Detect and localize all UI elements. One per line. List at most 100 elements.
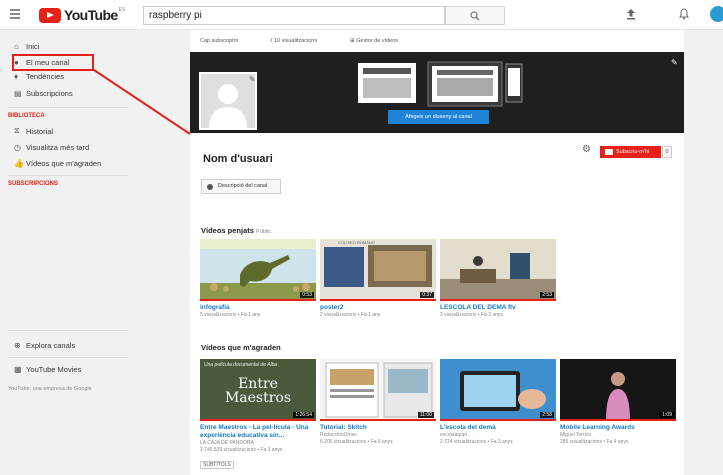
- video-card[interactable]: Una película documental de Alba Entre Ma…: [200, 359, 316, 471]
- annotation-highlight-box: [12, 54, 94, 71]
- gear-icon[interactable]: ⚙: [582, 144, 591, 155]
- video-title[interactable]: Entre Maestros - La pel·lícula - Una exp…: [200, 424, 316, 440]
- thumbnail-title: Entre Maestros: [224, 376, 292, 406]
- sidebar-item-label: Historial: [26, 126, 54, 136]
- sidebar-divider: [8, 330, 128, 331]
- sidebar-item-history[interactable]: ⧖ Historial: [14, 124, 53, 138]
- sidebar-divider: [8, 107, 128, 108]
- play-logo-icon: [39, 7, 61, 23]
- video-meta: 5 visualitzacions • Fa 1 any: [200, 312, 261, 318]
- plus-circle-icon: [207, 184, 213, 190]
- sidebar-item-youtube-movies[interactable]: ▦ YouTube Movies: [14, 362, 81, 376]
- channel-banner: Afegeix un disseny al canal ✎: [190, 52, 684, 133]
- bell-icon[interactable]: [679, 8, 689, 20]
- add-channel-art-button[interactable]: Afegeix un disseny al canal: [388, 110, 489, 124]
- video-thumbnail[interactable]: 0:53: [200, 239, 316, 301]
- sidebar-item-watch-later[interactable]: ◷ Visualitza més tard: [14, 140, 89, 154]
- privacy-label: Públic: [256, 229, 272, 235]
- default-avatar-icon: [209, 84, 247, 128]
- dinosaur-thumbnail-icon: [200, 239, 316, 301]
- library-heading: BIBLIOTECA: [8, 113, 45, 119]
- video-title[interactable]: L'escola del demà: [440, 424, 556, 432]
- sidebar-item-label: Explora canals: [26, 340, 76, 350]
- sidebar-item-home[interactable]: ⌂ Inici: [14, 39, 39, 53]
- sidebar-item-label: Vídeos que m'agraden: [26, 158, 102, 168]
- liked-title[interactable]: Vídeos que m'agraden: [201, 343, 281, 352]
- channel-description-button[interactable]: Descripció del canal: [201, 179, 281, 194]
- video-thumbnail[interactable]: 11:00: [320, 359, 436, 421]
- flame-icon: ♦: [14, 71, 19, 81]
- watched-progress-bar: [560, 419, 676, 421]
- uploads-title[interactable]: Vídeos penjats Públic: [201, 226, 271, 235]
- sidebar-divider: [8, 357, 128, 358]
- account-avatar[interactable]: [710, 6, 723, 22]
- menu-icon[interactable]: [10, 9, 20, 19]
- thumbnail-caption: Una película documental de Alba: [204, 362, 278, 368]
- search-input[interactable]: raspberry pi: [143, 6, 445, 25]
- channel-name: Nom d'usuari: [203, 153, 273, 165]
- tablet-thumbnail-icon: [440, 359, 556, 421]
- subscribe-button[interactable]: Subscriu-m'hi: [600, 146, 661, 158]
- video-meta: 2.724 visualitzacions • Fa 3 anys: [440, 438, 513, 445]
- classroom-thumbnail-icon: [440, 239, 556, 301]
- youtube-logo[interactable]: YouTube ES: [39, 7, 125, 23]
- edit-avatar-pencil-icon[interactable]: ✎: [249, 75, 256, 84]
- search-button[interactable]: [445, 6, 505, 25]
- video-title[interactable]: Tutorial: Skitch: [320, 424, 436, 432]
- video-meta: 6.205 visualitzacions • Fa 6 anys: [320, 438, 393, 445]
- video-thumbnail[interactable]: 2:58: [440, 359, 556, 421]
- video-thumbnail[interactable]: 2:53: [440, 239, 556, 301]
- subscriber-count: Cap subscriptor: [200, 38, 239, 44]
- watched-progress-bar: [320, 299, 436, 301]
- video-card[interactable]: 11:00 Tutorial: Skitch RedaccionOmac 6.2…: [320, 359, 436, 445]
- video-card[interactable]: 0:53 infografia 5 visualitzacions • Fa 1…: [200, 239, 316, 319]
- sidebar-item-label: Visualitza més tard: [26, 142, 90, 152]
- home-icon: ⌂: [14, 41, 19, 51]
- sidebar-footer: YouTube, una empresa de Google: [8, 386, 92, 392]
- video-meta: 2.746.839 visualitzacions • Fa 3 anys: [200, 446, 283, 453]
- watched-progress-bar: [200, 299, 316, 301]
- video-thumbnail[interactable]: COLISEO ROMANO 0:37: [320, 239, 436, 301]
- video-duration: 2:53: [540, 292, 554, 298]
- video-title[interactable]: poster2: [320, 304, 436, 312]
- sidebar-item-subscriptions[interactable]: ▤ Subscripcions: [14, 86, 73, 100]
- watched-progress-bar: [200, 419, 316, 421]
- sidebar-item-trending[interactable]: ♦ Tendències: [14, 69, 64, 83]
- search-icon: [470, 11, 480, 21]
- video-meta: 3 visualitzacions • Fa 3 anys: [440, 312, 503, 318]
- video-title[interactable]: LESCOLA DEL DEMA flv: [440, 304, 556, 312]
- video-thumbnail[interactable]: Una película documental de Alba Entre Ma…: [200, 359, 316, 421]
- view-count: ⫽ 10 visualitzacions: [270, 38, 317, 45]
- video-card[interactable]: 2:53 LESCOLA DEL DEMA flv 3 visualitzaci…: [440, 239, 556, 319]
- liked-videos-section: Vídeos que m'agraden Una película docume…: [190, 335, 684, 475]
- video-thumbnail[interactable]: 1:09: [560, 359, 676, 421]
- sidebar-item-label: Inici: [26, 41, 40, 51]
- sidebar-item-browse-channels[interactable]: ⊕ Explora canals: [14, 338, 75, 352]
- thumbs-up-icon: 👍: [14, 158, 24, 168]
- poster-thumbnail-icon: [324, 245, 432, 287]
- movies-icon: ▦: [14, 364, 22, 374]
- subscriber-count-badge: 0: [662, 146, 672, 158]
- video-card[interactable]: 2:58 L'escola del demà escolaaqupr 2.724…: [440, 359, 556, 445]
- sidebar-item-label: Tendències: [26, 71, 64, 81]
- video-duration: 0:37: [420, 292, 434, 298]
- uploads-title-text: Vídeos penjats: [201, 226, 254, 235]
- watched-progress-bar: [440, 419, 556, 421]
- video-duration: 1:26:54: [293, 412, 314, 418]
- edit-banner-pencil-icon[interactable]: ✎: [671, 58, 678, 67]
- sidebar-item-liked-videos[interactable]: 👍 Vídeos que m'agraden: [14, 156, 101, 170]
- plus-circle-icon: ⊕: [14, 340, 21, 350]
- video-title[interactable]: Mobile Learning Awards: [560, 424, 676, 432]
- description-button-label: Descripció del canal: [218, 183, 268, 189]
- video-manager-link[interactable]: ⊞ Gestor de vídeos: [350, 38, 398, 44]
- video-card[interactable]: 1:09 Mobile Learning Awards Miguel Torri…: [560, 359, 676, 445]
- video-card[interactable]: COLISEO ROMANO 0:37 poster2 2 visualitza…: [320, 239, 436, 319]
- view-count-label: 10 visualitzacions: [273, 38, 318, 44]
- watched-progress-bar: [440, 299, 556, 301]
- video-duration: 2:58: [540, 412, 554, 418]
- video-title[interactable]: infografia: [200, 304, 316, 312]
- upload-icon[interactable]: [626, 9, 636, 20]
- devices-illustration-icon: [358, 61, 523, 107]
- clock-icon: ◷: [14, 142, 21, 152]
- video-duration: 1:09: [660, 412, 674, 418]
